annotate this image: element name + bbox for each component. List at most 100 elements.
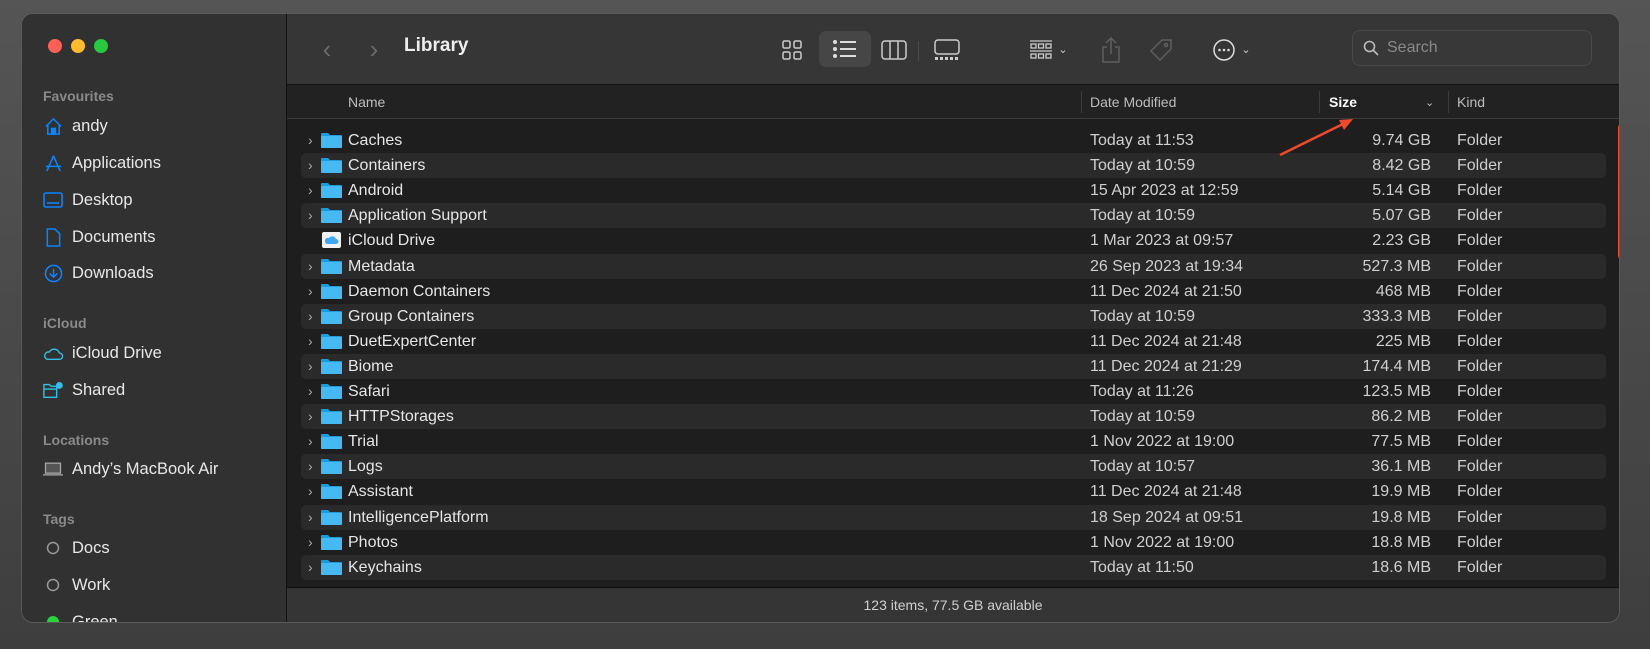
desktop-icon: [43, 190, 63, 210]
status-bar: 123 items, 77.5 GB available: [287, 587, 1619, 622]
file-date: 18 Sep 2024 at 09:51: [1090, 508, 1244, 526]
column-divider[interactable]: [1081, 91, 1082, 113]
file-row[interactable]: › Trial 1 Nov 2022 at 19:00 77.5 MB Folder: [301, 429, 1606, 454]
chevron-left-icon: ‹: [322, 34, 332, 64]
file-row[interactable]: › Biome 11 Dec 2024 at 21:29 174.4 MB Folder: [301, 353, 1606, 379]
file-name: Android: [348, 182, 404, 200]
file-size: 468 MB: [1375, 282, 1431, 300]
file-row[interactable]: › Caches Today at 11:53 9.74 GB Folder: [301, 128, 1606, 153]
file-date: Today at 10:59: [1090, 307, 1195, 325]
column-name[interactable]: Name: [348, 94, 385, 110]
icon-view-button[interactable]: [777, 14, 807, 85]
tag-green-icon: [43, 612, 63, 622]
disclosure-chevron-icon[interactable]: ›: [308, 132, 313, 148]
column-kind[interactable]: Kind: [1457, 94, 1485, 110]
disclosure-chevron-icon[interactable]: ›: [308, 483, 313, 499]
minimize-button[interactable]: [71, 39, 85, 53]
file-size: 5.07 GB: [1372, 207, 1431, 225]
file-row[interactable]: › HTTPStorages Today at 10:59 86.2 MB Folder: [301, 404, 1606, 430]
folder-icon: [321, 133, 342, 148]
sidebar-item-andy[interactable]: andy: [43, 114, 108, 138]
gallery-view-button[interactable]: [929, 14, 965, 85]
file-row[interactable]: › Group Containers Today at 10:59 333.3 MB F…: [301, 303, 1606, 329]
file-name: DuetExpertCenter: [348, 332, 477, 350]
disclosure-chevron-icon[interactable]: ›: [308, 182, 313, 198]
file-row[interactable]: › IntelligencePlatform 18 Sep 2024 at 09:5…: [301, 504, 1606, 530]
sidebar-item-docs[interactable]: Docs: [43, 536, 110, 560]
section-favourites: Favourites: [43, 88, 114, 104]
search-field[interactable]: Search: [1352, 30, 1592, 66]
file-size: 8.42 GB: [1372, 157, 1431, 175]
file-row[interactable]: › Android 15 Apr 2023 at 12:59 5.14 GB Folde…: [301, 178, 1606, 203]
sidebar-item-applications[interactable]: Applications: [43, 151, 161, 175]
sidebar-item-shared[interactable]: Shared: [43, 378, 125, 402]
file-kind: Folder: [1457, 558, 1503, 576]
sidebar: Favourites iCloud Locations Tags andy App…: [22, 14, 287, 622]
sidebar-item-work[interactable]: Work: [43, 573, 110, 597]
file-date: Today at 11:50: [1090, 558, 1194, 576]
column-divider[interactable]: [1448, 91, 1449, 113]
disclosure-chevron-icon[interactable]: ›: [308, 383, 313, 399]
file-row[interactable]: › Safari Today at 11:26 123.5 MB Folder: [301, 379, 1606, 404]
section-locations: Locations: [43, 432, 110, 448]
list-view-button[interactable]: [819, 31, 871, 67]
folder-icon: [321, 459, 342, 475]
file-kind: Folder: [1457, 257, 1503, 275]
file-size: 225 MB: [1375, 332, 1431, 350]
forward-button[interactable]: ›: [362, 14, 386, 85]
window-title: Library: [404, 35, 469, 56]
column-view-button[interactable]: [879, 14, 909, 85]
sidebar-item-label: Docs: [72, 538, 110, 557]
columns-icon: [881, 39, 907, 60]
file-row[interactable]: › Application Support Today at 10:59 5.07 G…: [301, 203, 1606, 229]
sidebar-item-green[interactable]: Green: [43, 610, 118, 623]
zoom-button[interactable]: [94, 39, 108, 53]
sidebar-item-desktop[interactable]: Desktop: [43, 188, 133, 212]
disclosure-chevron-icon[interactable]: ›: [308, 283, 313, 299]
sidebar-item-downloads[interactable]: Downloads: [43, 261, 154, 285]
folder-icon: [321, 358, 342, 374]
sidebar-item-icloud-drive[interactable]: iCloud Drive: [43, 341, 162, 365]
file-row[interactable]: › DuetExpertCenter 11 Dec 2024 at 21:48 225…: [301, 329, 1606, 354]
tag-button[interactable]: [1147, 14, 1175, 85]
file-row[interactable]: › Assistant 11 Dec 2024 at 21:48 19.9 MB Fol…: [301, 479, 1606, 504]
file-row[interactable]: › Containers Today at 10:59 8.42 GB Folder: [301, 153, 1606, 179]
sidebar-item-label: Green: [72, 612, 118, 623]
more-actions-button[interactable]: ⌄: [1207, 14, 1257, 85]
back-button[interactable]: ‹: [315, 14, 339, 85]
document-icon: [43, 227, 63, 247]
disclosure-chevron-icon[interactable]: ›: [308, 408, 313, 424]
file-date: Today at 10:59: [1090, 157, 1195, 175]
disclosure-chevron-icon[interactable]: ›: [308, 207, 313, 223]
section-icloud: iCloud: [43, 315, 87, 331]
file-row[interactable]: iCloud Drive 1 Mar 2023 at 09:57 2.23 GB Fo…: [301, 228, 1606, 253]
close-button[interactable]: [48, 39, 62, 53]
share-button[interactable]: [1097, 14, 1125, 85]
column-size[interactable]: Size: [1329, 94, 1357, 110]
disclosure-chevron-icon[interactable]: ›: [308, 458, 313, 474]
disclosure-chevron-icon[interactable]: ›: [308, 308, 313, 324]
file-name: Containers: [348, 157, 426, 175]
disclosure-chevron-icon[interactable]: ›: [308, 358, 313, 374]
folder-icon: [321, 183, 342, 199]
column-date-modified[interactable]: Date Modified: [1090, 94, 1176, 110]
sidebar-item-documents[interactable]: Documents: [43, 225, 155, 249]
disclosure-chevron-icon[interactable]: ›: [308, 534, 313, 550]
disclosure-chevron-icon[interactable]: ›: [308, 559, 313, 575]
file-row[interactable]: › Logs Today at 10:57 36.1 MB Folder: [301, 454, 1606, 480]
disclosure-chevron-icon[interactable]: ›: [308, 333, 313, 349]
disclosure-chevron-icon[interactable]: ›: [308, 157, 313, 173]
disclosure-chevron-icon[interactable]: ›: [308, 509, 313, 525]
sort-chevron-icon: ⌄: [1425, 97, 1435, 109]
file-row[interactable]: › Daemon Containers 11 Dec 2024 at 21:50 46…: [301, 279, 1606, 304]
disclosure-chevron-icon[interactable]: ›: [308, 258, 313, 274]
file-row[interactable]: › Metadata 26 Sep 2023 at 19:34 527.3 MB Fol…: [301, 253, 1606, 279]
file-row[interactable]: › Photos 1 Nov 2022 at 19:00 18.8 MB Folder: [301, 530, 1606, 555]
group-by-button[interactable]: ⌄: [1024, 14, 1074, 85]
sidebar-item-andy-s-macbook-air[interactable]: Andy’s MacBook Air: [43, 457, 218, 481]
folder-icon: [321, 559, 342, 575]
download-icon: [43, 263, 63, 283]
folder-icon: [321, 308, 342, 324]
file-row[interactable]: › Keychains Today at 11:50 18.6 MB Folder: [301, 554, 1606, 580]
disclosure-chevron-icon[interactable]: ›: [308, 433, 313, 449]
